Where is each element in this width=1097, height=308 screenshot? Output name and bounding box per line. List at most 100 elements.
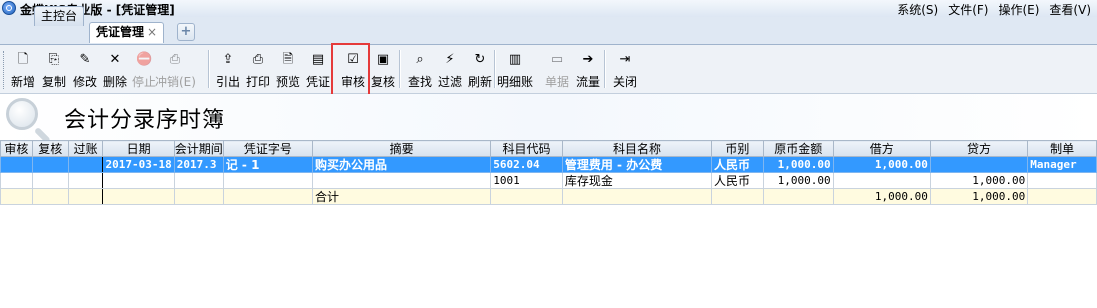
cell-audit[interactable]	[0, 188, 33, 205]
toolbar-button-ledger[interactable]: ▥ 明细账	[497, 48, 533, 90]
table-row[interactable]: 2017-03-18 2017.3 记 - 1 购买办公用品 5602.04 管…	[0, 156, 1097, 173]
exit-icon: ⇥	[619, 52, 631, 67]
column-header-preparer[interactable]: 制单	[1027, 140, 1097, 157]
column-header-summary[interactable]: 摘要	[312, 140, 492, 157]
kingdee-logo-icon	[2, 1, 16, 15]
stop-icon: ⛔	[136, 52, 153, 67]
tab-bar	[0, 17, 1097, 45]
toolbar-button-exit[interactable]: ⇥ 关闭	[609, 48, 641, 90]
export-icon: ⇪	[222, 52, 234, 67]
cell-posted[interactable]	[67, 188, 104, 205]
cell-currency[interactable]	[711, 188, 764, 205]
cell-preparer[interactable]: Manager	[1027, 156, 1097, 173]
cell-orig-amount[interactable]: 1,000.00	[762, 172, 834, 189]
cell-voucher-no[interactable]	[222, 172, 314, 189]
cell-preparer[interactable]	[1027, 188, 1097, 205]
cell-account-name[interactable]: 库存现金	[561, 172, 713, 189]
cell-orig-amount[interactable]: 1,000.00	[762, 156, 834, 173]
cell-account-code[interactable]	[490, 188, 563, 205]
cell-account-name[interactable]: 管理费用 - 办公费	[561, 156, 713, 173]
tab-voucher-management[interactable]: 凭证管理 ×	[89, 22, 165, 43]
print-icon: ⎙	[252, 52, 264, 67]
table-row[interactable]: 1001 库存现金 人民币 1,000.00 1,000.00	[0, 172, 1097, 189]
menu-view[interactable]: 查看(V)	[1049, 1, 1091, 18]
cell-voucher-no[interactable]: 记 - 1	[222, 156, 314, 173]
toolbar-button-flow[interactable]: ➔ 流量	[572, 48, 604, 90]
menu-file[interactable]: 文件(F)	[948, 1, 988, 18]
cell-date[interactable]	[102, 172, 175, 189]
report-title: 会计分录序时簿	[64, 108, 226, 133]
document-icon: ▭	[550, 52, 564, 67]
cell-credit[interactable]	[929, 156, 1029, 173]
toolbar-separator	[494, 50, 496, 88]
toolbar-separator	[399, 50, 401, 88]
cell-recheck[interactable]	[31, 156, 69, 173]
toolbar-separator	[208, 50, 210, 88]
column-header-account-name[interactable]: 科目名称	[561, 140, 713, 157]
cell-currency[interactable]: 人民币	[711, 172, 764, 189]
tab-main-console[interactable]: 主控台	[34, 6, 85, 26]
cell-debit[interactable]: 1,000.00	[832, 188, 931, 205]
toolbar-button-refresh[interactable]: ↻ 刷新	[464, 48, 496, 90]
toolbar-button-voucher[interactable]: ▤ 凭证	[302, 48, 334, 90]
cell-credit[interactable]: 1,000.00	[929, 172, 1029, 189]
preview-icon: 🗎	[282, 52, 294, 67]
column-header-credit[interactable]: 贷方	[929, 140, 1029, 157]
cell-period[interactable]	[173, 172, 224, 189]
cell-account-code[interactable]: 1001	[490, 172, 563, 189]
cell-posted[interactable]	[67, 172, 104, 189]
cell-audit[interactable]	[0, 156, 33, 173]
recheck-icon: ▣	[376, 52, 390, 67]
column-header-debit[interactable]: 借方	[832, 140, 931, 157]
cell-period[interactable]	[173, 188, 224, 205]
cell-recheck[interactable]	[31, 188, 69, 205]
tab-label: 主控台	[41, 9, 78, 23]
add-tab-button[interactable]: +	[177, 23, 195, 41]
cell-summary[interactable]	[312, 172, 492, 189]
column-header-account-code[interactable]: 科目代码	[490, 140, 563, 157]
cell-account-name[interactable]	[561, 188, 713, 205]
column-header-voucher-no[interactable]: 凭证字号	[222, 140, 314, 157]
voucher-icon: ▤	[311, 52, 325, 67]
column-header-posted[interactable]: 过账	[67, 140, 104, 157]
column-header-currency[interactable]: 币别	[711, 140, 764, 157]
copy-icon: ⎘	[48, 52, 60, 67]
tab-close-icon[interactable]: ×	[147, 25, 157, 39]
menu-system[interactable]: 系统(S)	[897, 1, 938, 18]
menu-operation[interactable]: 操作(E)	[998, 1, 1039, 18]
cell-debit[interactable]	[832, 172, 931, 189]
cell-summary[interactable]: 购买办公用品	[312, 156, 492, 173]
refresh-icon: ↻	[474, 52, 486, 67]
cell-account-code[interactable]: 5602.04	[490, 156, 563, 173]
cell-date[interactable]: 2017-03-18	[102, 156, 175, 173]
new-doc-icon: 🗋	[17, 52, 29, 67]
cell-orig-amount[interactable]	[762, 188, 834, 205]
toolbar-button-reverse: ⎙ 冲销(E)	[155, 48, 196, 90]
cell-debit[interactable]: 1,000.00	[832, 156, 931, 173]
column-header-date[interactable]: 日期	[102, 140, 175, 157]
cell-voucher-no[interactable]	[222, 188, 314, 205]
filter-icon: ⚡	[445, 52, 455, 67]
toolbar-button-label: 关闭	[612, 75, 637, 89]
cell-audit[interactable]	[0, 172, 33, 189]
column-header-recheck[interactable]: 复核	[31, 140, 69, 157]
ledger-icon: ▥	[508, 52, 522, 67]
title-bar: 金蝶KIS专业版 - [凭证管理] 系统(S) 文件(F) 操作(E) 查看(V…	[0, 0, 1097, 18]
column-header-audit[interactable]: 审核	[0, 140, 33, 157]
cell-preparer[interactable]	[1027, 172, 1097, 189]
column-header-orig-amount[interactable]: 原币金额	[762, 140, 834, 157]
cell-summary[interactable]: 合计	[312, 188, 492, 205]
cell-currency[interactable]: 人民币	[711, 156, 764, 173]
cell-date[interactable]	[102, 188, 175, 205]
cell-posted[interactable]	[67, 156, 104, 173]
cell-recheck[interactable]	[31, 172, 69, 189]
total-row[interactable]: 合计 1,000.00 1,000.00	[0, 188, 1097, 205]
cell-credit[interactable]: 1,000.00	[929, 188, 1029, 205]
toolbar-button-recheck[interactable]: ▣ 复核	[367, 48, 399, 90]
column-header-period[interactable]: 会计期间	[173, 140, 224, 157]
magnifier-icon	[6, 98, 38, 130]
audit-highlight-box	[331, 43, 370, 98]
reverse-icon: ⎙	[169, 52, 181, 67]
flow-icon: ➔	[582, 52, 594, 67]
cell-period[interactable]: 2017.3	[173, 156, 224, 173]
